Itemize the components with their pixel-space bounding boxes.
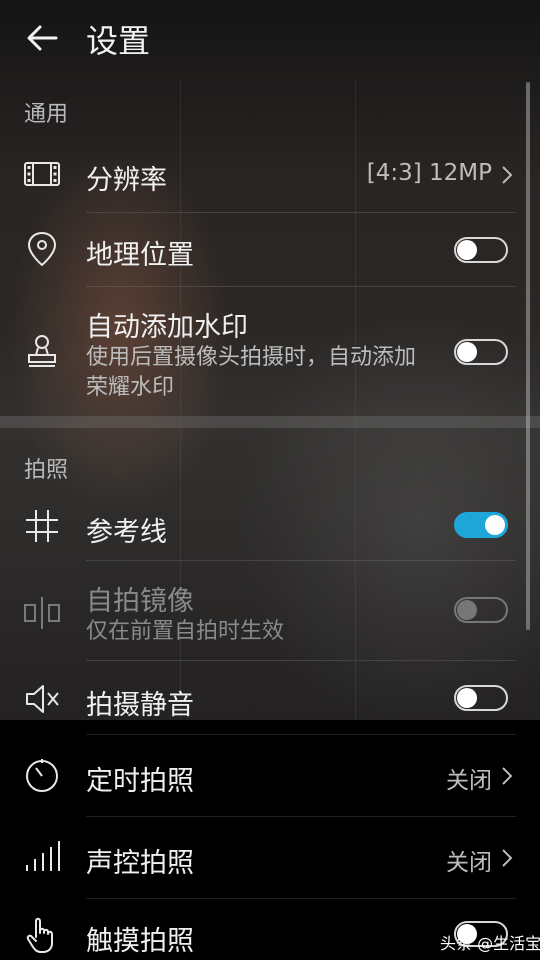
chevron-right-icon <box>502 767 513 785</box>
resolution-label: 分辨率 <box>86 165 167 196</box>
sound-bars-icon <box>26 841 60 871</box>
settings-row-timer[interactable]: 定时拍照 关闭 <box>0 735 540 816</box>
chevron-right-icon <box>502 849 513 867</box>
stamp-icon <box>28 335 56 367</box>
back-arrow-icon[interactable] <box>22 18 62 58</box>
voice-label: 声控拍照 <box>86 848 194 879</box>
touch-hand-icon <box>26 917 53 953</box>
watermark-label: 自动添加水印 <box>86 312 248 343</box>
settings-row-resolution[interactable]: 分辨率 [4:3] 12MP <box>0 138 540 212</box>
chevron-right-icon <box>502 166 513 184</box>
grid-toggle[interactable] <box>454 512 508 538</box>
settings-row-mirror: 自拍镜像 仅在前置自拍时生效 <box>0 561 540 660</box>
settings-row-mute[interactable]: 拍摄静音 <box>0 661 540 734</box>
scrollbar[interactable] <box>526 82 530 630</box>
mute-speaker-icon <box>26 685 59 713</box>
settings-row-voice[interactable]: 声控拍照 关闭 <box>0 817 540 898</box>
watermark-toggle[interactable] <box>454 339 508 365</box>
settings-row-watermark[interactable]: 自动添加水印 使用后置摄像头拍摄时，自动添加荣耀水印 <box>0 287 540 416</box>
mirror-icon <box>24 597 60 629</box>
page-title: 设置 <box>86 22 151 60</box>
section-label-photo: 拍照 <box>24 458 69 483</box>
mute-label: 拍摄静音 <box>86 690 194 721</box>
settings-row-grid[interactable]: 参考线 <box>0 490 540 560</box>
timer-value: 关闭 <box>446 768 492 794</box>
location-pin-icon <box>27 231 57 267</box>
location-label: 地理位置 <box>86 240 194 271</box>
voice-value: 关闭 <box>446 850 492 876</box>
section-separator <box>0 416 540 428</box>
resolution-value: [4:3] 12MP <box>366 160 492 186</box>
section-label-general: 通用 <box>24 102 69 127</box>
settings-row-location[interactable]: 地理位置 <box>0 213 540 286</box>
timer-label: 定时拍照 <box>86 766 194 797</box>
film-icon <box>24 162 60 186</box>
timer-icon <box>26 759 58 792</box>
mirror-toggle <box>454 597 508 623</box>
watermark-description: 使用后置摄像头拍摄时，自动添加荣耀水印 <box>86 345 417 400</box>
grid-icon <box>26 510 58 542</box>
mirror-description: 仅在前置自拍时生效 <box>86 619 285 644</box>
touch-label: 触摸拍照 <box>86 926 194 957</box>
grid-label: 参考线 <box>86 517 167 548</box>
location-toggle[interactable] <box>454 237 508 263</box>
header: 设置 <box>0 0 540 80</box>
watermark-text: 头条 @生活宝 <box>440 934 540 953</box>
mirror-label: 自拍镜像 <box>86 586 194 617</box>
mute-toggle[interactable] <box>454 685 508 711</box>
